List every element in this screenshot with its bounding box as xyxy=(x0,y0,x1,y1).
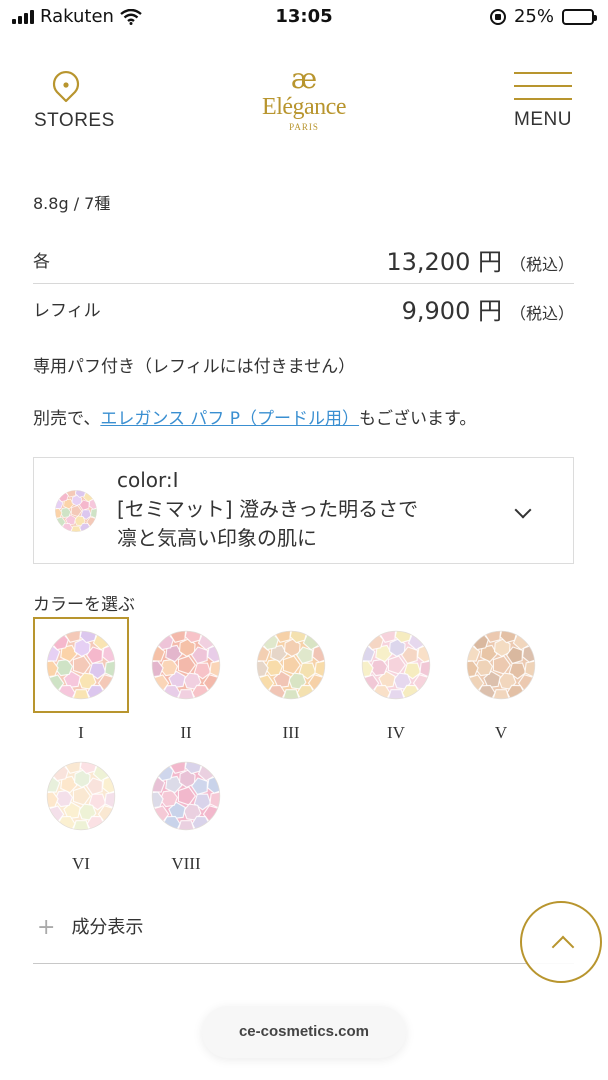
site-header: STORES æ Elégance PARIS MENU xyxy=(0,60,608,150)
swatch-label: IV xyxy=(387,723,405,742)
color-dropdown[interactable]: color:I [セミマット] 澄みきった明るさで 凛と気高い印象の肌に xyxy=(33,457,574,564)
brand-logo[interactable]: æ Elégance PARIS xyxy=(254,64,354,134)
note-suffix: もございます。 xyxy=(359,409,477,429)
logo-name: Elégance xyxy=(262,94,346,120)
rotation-lock-icon xyxy=(489,8,506,25)
color-swatch-ii[interactable] xyxy=(138,617,234,713)
powder-mosaic xyxy=(361,630,431,700)
note-prefix: 別売で、 xyxy=(33,409,101,429)
price-name: レフィル xyxy=(33,300,101,321)
logo-mark: æ xyxy=(290,62,318,95)
battery-icon xyxy=(562,8,597,25)
selected-color-name: color:I xyxy=(117,468,179,492)
choose-color-label: カラーを選ぶ xyxy=(33,595,135,615)
puff-note: 専用パフ付き（レフィルには付きません） xyxy=(33,357,356,377)
swatch-label: I xyxy=(78,723,84,742)
status-bar: Rakuten 13:05 25% xyxy=(0,0,608,34)
selected-color-text: color:I [セミマット] 澄みきった明るさで 凛と気高い印象の肌に xyxy=(117,466,418,553)
powder-mosaic xyxy=(256,630,326,700)
stores-label: STORES xyxy=(34,110,115,131)
stores-button[interactable]: STORES xyxy=(34,70,115,132)
powder-mosaic xyxy=(55,490,97,532)
selected-color-desc-2: 凛と気高い印象の肌に xyxy=(117,526,317,550)
ingredients-accordion[interactable]: + 成分表示 xyxy=(33,912,574,964)
battery-percent: 25% xyxy=(513,6,554,27)
price-tax: （税込） xyxy=(509,255,574,274)
color-swatch-v[interactable] xyxy=(453,617,549,713)
price-value: 13,200 円 （税込） xyxy=(386,242,574,277)
logo-sub: PARIS xyxy=(289,122,319,132)
color-swatch-vi[interactable] xyxy=(33,748,129,844)
powder-mosaic xyxy=(151,761,221,831)
price-tax: （税込） xyxy=(509,303,574,323)
selected-color-desc-1: [セミマット] 澄みきった明るさで xyxy=(117,497,419,521)
product-weight: 8.8g / 7種 xyxy=(33,194,111,213)
menu-label: MENU xyxy=(514,109,572,130)
swatch-label: V xyxy=(494,723,508,742)
powder-mosaic xyxy=(466,630,536,700)
swatch-label: VIII xyxy=(171,854,201,873)
price-row: 各 13,200 円 （税込） xyxy=(33,236,574,284)
price-value: 9,900 円 （税込） xyxy=(402,291,574,326)
selected-color-thumbnail xyxy=(54,489,98,533)
color-swatch-iv[interactable] xyxy=(348,617,444,713)
swatch-label: III xyxy=(282,723,300,742)
price-row: レフィル 9,900 円 （税込） xyxy=(33,284,574,332)
powder-mosaic xyxy=(46,630,116,700)
url-bar[interactable]: ce-cosmetics.com xyxy=(202,1006,406,1058)
menu-button[interactable]: MENU xyxy=(514,72,572,131)
scroll-to-top-button[interactable] xyxy=(520,901,602,983)
powder-mosaic xyxy=(151,630,221,700)
swatch-label: II xyxy=(180,723,192,742)
color-swatch-i[interactable] xyxy=(33,617,129,713)
color-swatch-viii[interactable] xyxy=(138,748,234,844)
swatch-label: VI xyxy=(72,854,90,873)
ingredients-label: 成分表示 xyxy=(71,917,144,938)
location-pin-icon xyxy=(52,70,80,103)
price-amount: 13,200 円 xyxy=(386,248,502,276)
color-swatch-iii[interactable] xyxy=(243,617,339,713)
sold-separately-note: 別売で、エレガンス パフ P（プードル用）もございます。 xyxy=(33,404,476,429)
puff-product-link[interactable]: エレガンス パフ P（プードル用） xyxy=(100,409,359,429)
price-amount: 9,900 円 xyxy=(401,296,502,325)
status-right: 25% xyxy=(489,6,597,27)
plus-icon: + xyxy=(37,915,56,940)
powder-mosaic xyxy=(46,761,116,831)
hamburger-icon xyxy=(514,72,572,100)
price-name: 各 xyxy=(33,252,50,272)
chevron-down-icon xyxy=(514,501,532,519)
